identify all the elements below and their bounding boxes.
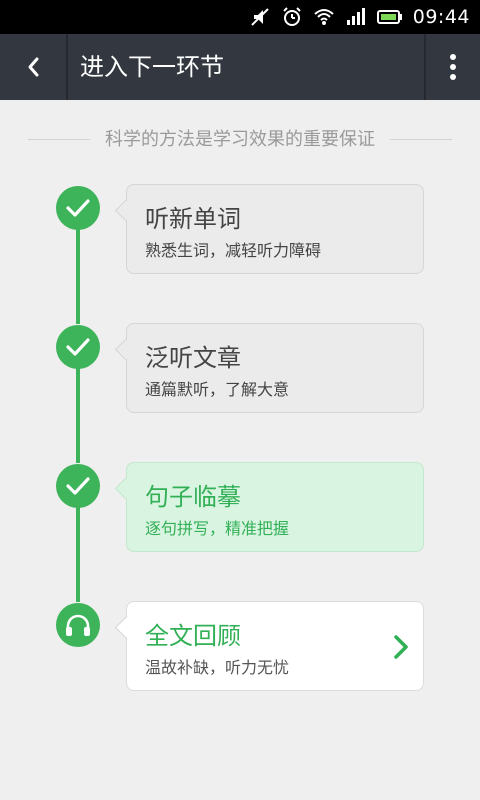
step-title: 句子临摹 bbox=[145, 483, 241, 511]
overflow-menu-button[interactable] bbox=[426, 34, 480, 100]
check-icon bbox=[66, 338, 90, 356]
signal-icon bbox=[345, 6, 367, 28]
step-4-status-node bbox=[56, 603, 100, 647]
back-button[interactable] bbox=[0, 34, 66, 100]
back-chevron-icon bbox=[28, 57, 39, 77]
wifi-icon bbox=[313, 6, 335, 28]
mute-icon bbox=[249, 6, 271, 28]
step-description: 熟悉生词，减轻听力障碍 bbox=[145, 241, 322, 260]
step-card-sentence-copy[interactable]: 句子临摹 逐句拼写，精准把握 bbox=[126, 462, 424, 552]
subtitle-row: 科学的方法是学习效果的重要保证 bbox=[28, 126, 452, 154]
step-3-status-node bbox=[56, 464, 100, 508]
check-icon bbox=[66, 477, 90, 495]
step-card-full-review[interactable]: 全文回顾 温故补缺，听力无忧 bbox=[126, 601, 424, 691]
headphones-icon bbox=[66, 614, 90, 636]
status-icons: 09:44 bbox=[249, 0, 470, 34]
step-1-status-node bbox=[56, 186, 100, 230]
subtitle: 科学的方法是学习效果的重要保证 bbox=[105, 129, 375, 150]
step-description: 通篇默听，了解大意 bbox=[145, 380, 290, 399]
alarm-icon bbox=[281, 6, 303, 28]
status-time: 09:44 bbox=[412, 6, 470, 28]
title-bar: 进入下一环节 bbox=[0, 34, 480, 100]
timeline-connector bbox=[76, 506, 80, 602]
timeline-connector bbox=[76, 228, 80, 324]
step-title: 听新单词 bbox=[145, 205, 241, 233]
step-2-status-node bbox=[56, 325, 100, 369]
step-description: 逐句拼写，精准把握 bbox=[145, 519, 290, 538]
step-description: 温故补缺，听力无忧 bbox=[145, 658, 290, 677]
page-title: 进入下一环节 bbox=[80, 53, 224, 81]
step-title: 全文回顾 bbox=[145, 622, 241, 650]
chevron-right-icon bbox=[394, 635, 408, 659]
status-bar: 09:44 bbox=[0, 0, 480, 34]
step-title: 泛听文章 bbox=[145, 344, 241, 372]
step-card-extensive-listening[interactable]: 泛听文章 通篇默听，了解大意 bbox=[126, 323, 424, 413]
step-card-listen-words[interactable]: 听新单词 熟悉生词，减轻听力障碍 bbox=[126, 184, 424, 274]
overflow-menu-icon bbox=[450, 54, 456, 80]
check-icon bbox=[66, 199, 90, 217]
timeline-connector bbox=[76, 367, 80, 463]
subtitle-divider-right bbox=[390, 139, 452, 140]
title-divider-left bbox=[66, 34, 68, 100]
battery-icon bbox=[376, 6, 403, 28]
